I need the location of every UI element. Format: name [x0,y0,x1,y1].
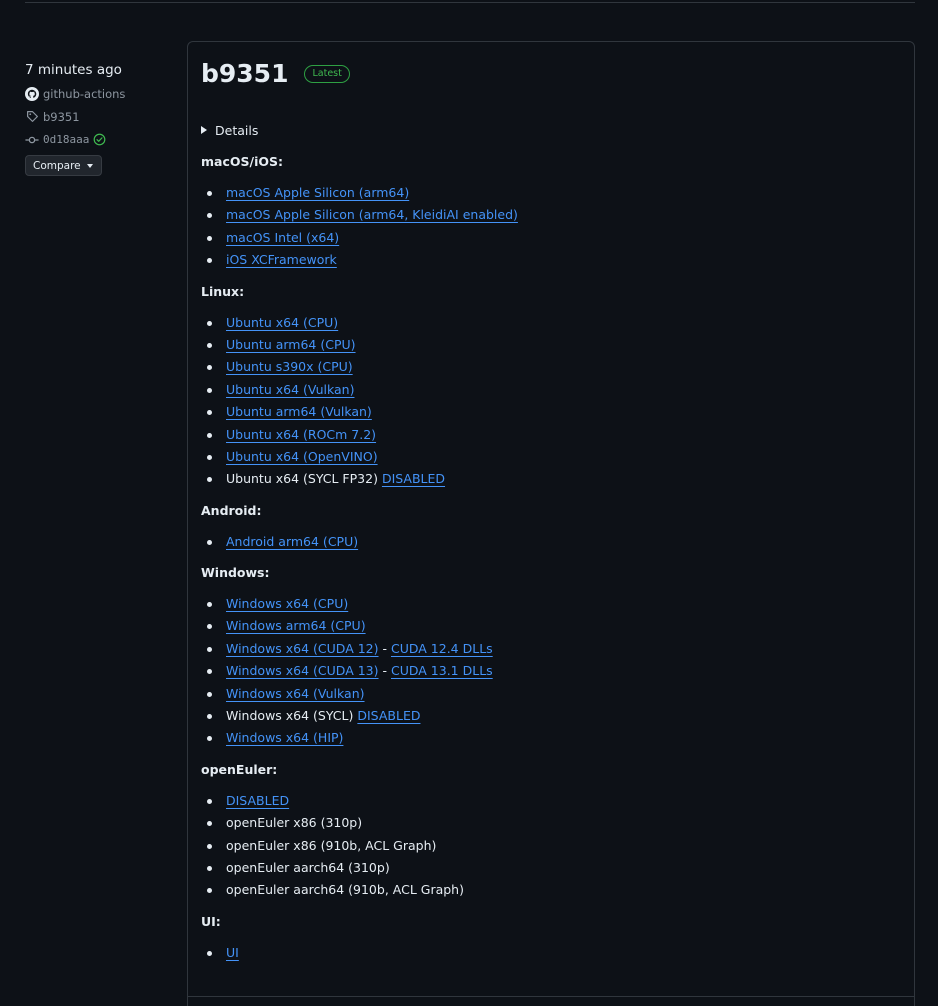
macos-list: macOS Apple Silicon (arm64) macOS Apple … [201,182,901,272]
section-heading-openeuler: openEuler: [201,761,278,777]
list-item: DISABLED [201,790,901,812]
section-heading-macos: macOS/iOS: [201,154,283,169]
section-heading-linux: Linux: [201,283,245,299]
compare-button[interactable]: Compare [25,155,102,176]
disclosure-triangle-icon [201,126,207,134]
list-item: Windows x64 (SYCL) DISABLED [201,705,901,727]
list-item: Android arm64 (CPU) [201,531,901,553]
latest-badge: Latest [304,65,350,83]
list-item: Ubuntu x64 (ROCm 7.2) [201,424,901,446]
disabled-link[interactable]: DISABLED [357,708,420,723]
windows-list: Windows x64 (CPU) Windows arm64 (CPU) Wi… [201,593,901,750]
download-link[interactable]: iOS XCFramework [226,252,337,267]
release-title[interactable]: b9351 [201,59,288,89]
item-text: Windows x64 (SYCL) [226,708,354,724]
download-link[interactable]: Windows x64 (Vulkan) [226,686,365,701]
top-divider [25,2,915,3]
release-time: 7 minutes ago [25,62,122,78]
list-item: Ubuntu arm64 (CPU) [201,334,901,356]
list-item: macOS Intel (x64) [201,227,901,249]
caret-down-icon [86,163,93,168]
release-meta: 7 minutes ago github-actions b9351 0d18a… [25,60,175,176]
list-item: iOS XCFramework [201,249,901,271]
android-list: Android arm64 (CPU) [201,531,901,553]
compare-label: Compare [33,159,81,172]
github-mark-icon [25,86,39,101]
download-link[interactable]: CUDA 13.1 DLLs [391,663,493,678]
section-heading-ui: UI: [201,913,221,929]
ui-list: UI [201,942,901,964]
download-link[interactable]: Ubuntu x64 (ROCm 7.2) [226,427,376,442]
list-item: openEuler x86 (310p) [201,812,901,834]
linux-list: Ubuntu x64 (CPU) Ubuntu arm64 (CPU) Ubun… [201,312,901,491]
separator: - [382,663,388,679]
download-link[interactable]: Ubuntu arm64 (CPU) [226,337,356,352]
section-heading-android: Android: [201,502,262,518]
download-link[interactable]: Ubuntu x64 (OpenVINO) [226,449,378,464]
list-item: Ubuntu x64 (CPU) [201,312,901,334]
download-link[interactable]: Android arm64 (CPU) [226,534,358,549]
list-item: Windows x64 (HIP) [201,727,901,749]
download-link[interactable]: CUDA 12.4 DLLs [391,641,493,656]
list-item: Ubuntu s390x (CPU) [201,356,901,378]
details-label: Details [215,122,259,138]
download-link[interactable]: macOS Apple Silicon (arm64, KleidiAI ena… [226,207,518,222]
separator: - [382,640,388,656]
download-link[interactable]: macOS Intel (x64) [226,230,339,245]
list-item: Windows arm64 (CPU) [201,615,901,637]
item-text: openEuler aarch64 (910b, ACL Graph) [226,882,464,898]
download-link[interactable]: Windows arm64 (CPU) [226,618,366,633]
author-name[interactable]: github-actions [43,87,125,101]
download-link[interactable]: Windows x64 (CPU) [226,596,348,611]
list-item: Windows x64 (CPU) [201,593,901,615]
details-toggle[interactable]: Details [201,120,901,140]
list-item: Ubuntu x64 (OpenVINO) [201,446,901,468]
list-item: UI [201,942,901,964]
tag-name[interactable]: b9351 [43,110,80,124]
list-item: Ubuntu x64 (SYCL FP32) DISABLED [201,468,901,490]
tag-icon [25,110,39,124]
download-link[interactable]: Ubuntu s390x (CPU) [226,359,353,374]
item-text: openEuler x86 (910b, ACL Graph) [226,837,437,853]
list-item: Windows x64 (Vulkan) [201,683,901,705]
release-tag[interactable]: b9351 [25,105,175,128]
download-link[interactable]: Ubuntu arm64 (Vulkan) [226,404,372,419]
section-heading-windows: Windows: [201,565,270,581]
download-link[interactable]: UI [226,945,239,960]
release-header: b9351 Latest [201,59,350,89]
release-author[interactable]: github-actions [25,82,175,105]
item-text: Ubuntu x64 (SYCL FP32) [226,471,378,487]
release-commit[interactable]: 0d18aaa [25,128,175,151]
download-link[interactable]: Windows x64 (CUDA 13) [226,663,379,678]
item-text: openEuler x86 (310p) [226,815,363,831]
item-text: openEuler aarch64 (310p) [226,859,390,875]
list-item: Windows x64 (CUDA 13) - CUDA 13.1 DLLs [201,660,901,682]
release-body: Details macOS/iOS: macOS Apple Silicon (… [201,120,901,964]
list-item: openEuler aarch64 (910b, ACL Graph) [201,879,901,901]
download-link[interactable]: Ubuntu x64 (CPU) [226,315,338,330]
download-link[interactable]: Ubuntu x64 (Vulkan) [226,382,354,397]
openeuler-list: DISABLED openEuler x86 (310p) openEuler … [201,790,901,902]
list-item: Windows x64 (CUDA 12) - CUDA 12.4 DLLs [201,638,901,660]
card-footer-divider [188,996,914,997]
list-item: Ubuntu x64 (Vulkan) [201,379,901,401]
check-circle-icon[interactable] [92,133,106,147]
list-item: Ubuntu arm64 (Vulkan) [201,401,901,423]
download-link[interactable]: Windows x64 (CUDA 12) [226,641,379,656]
list-item: openEuler x86 (910b, ACL Graph) [201,835,901,857]
download-link[interactable]: Windows x64 (HIP) [226,730,343,745]
disabled-link[interactable]: DISABLED [382,471,445,486]
download-link[interactable]: macOS Apple Silicon (arm64) [226,185,409,200]
disabled-link[interactable]: DISABLED [226,793,289,808]
list-item: macOS Apple Silicon (arm64) [201,182,901,204]
release-card: b9351 Latest Details macOS/iOS: macOS Ap… [187,41,915,1006]
git-commit-icon [25,133,39,147]
list-item: openEuler aarch64 (310p) [201,857,901,879]
list-item: macOS Apple Silicon (arm64, KleidiAI ena… [201,204,901,226]
commit-sha[interactable]: 0d18aaa [43,133,89,146]
